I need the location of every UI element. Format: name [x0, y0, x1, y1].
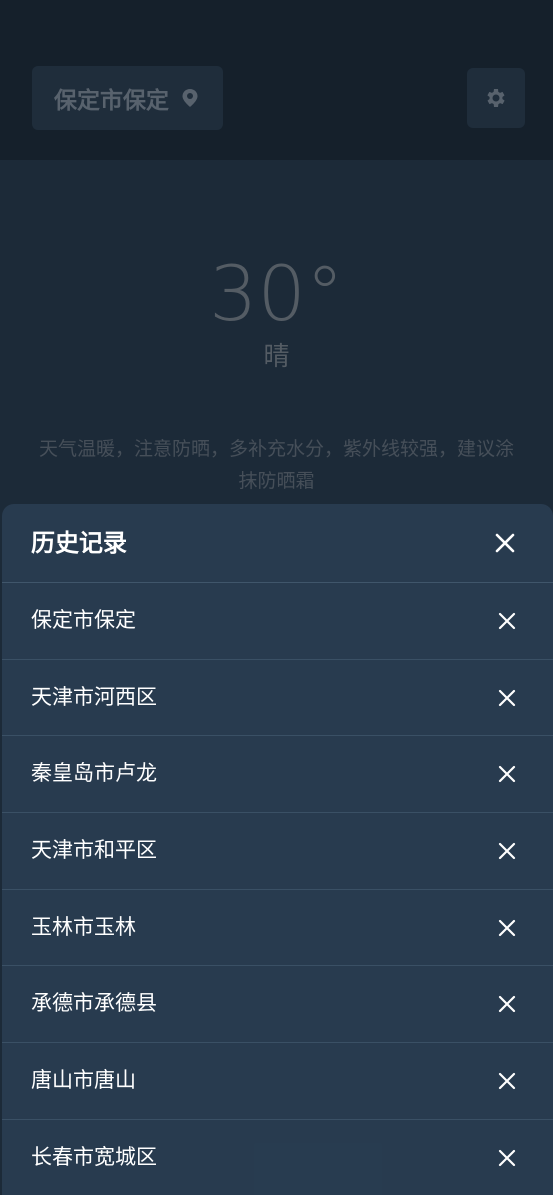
- current-condition: 晴: [263, 342, 290, 372]
- history-item[interactable]: 秦皇岛市卢龙: [2, 736, 553, 814]
- history-item[interactable]: 长春市宽城区: [2, 1120, 553, 1195]
- location-button[interactable]: 保定市保定: [32, 66, 223, 130]
- history-item[interactable]: 玉林市玉林: [2, 890, 553, 967]
- gear-icon: [484, 86, 508, 110]
- close-icon: [498, 766, 516, 783]
- history-item-label: 天津市河西区: [31, 684, 157, 709]
- weather-app: 保定市保定 30° 晴 天气温暖，注意防晒，多补充水分，紫外线较强，建议涂抹防晒…: [0, 0, 553, 1195]
- remove-history-button[interactable]: [497, 1071, 517, 1091]
- remove-history-button[interactable]: [497, 611, 517, 631]
- close-icon: [498, 842, 516, 860]
- close-icon: [498, 996, 516, 1013]
- map-pin-icon: [181, 88, 199, 108]
- close-icon: [498, 919, 516, 936]
- settings-button[interactable]: [467, 68, 525, 128]
- history-item[interactable]: 天津市河西区: [2, 660, 553, 737]
- close-icon: [498, 1149, 516, 1166]
- close-icon: [498, 612, 516, 630]
- remove-history-button[interactable]: [497, 841, 517, 861]
- history-item[interactable]: 保定市保定: [2, 583, 553, 660]
- history-item-label: 长春市宽城区: [31, 1144, 157, 1169]
- remove-history-button[interactable]: [497, 918, 517, 938]
- history-item-label: 唐山市唐山: [31, 1068, 136, 1093]
- history-title: 历史记录: [31, 529, 127, 557]
- close-history-button[interactable]: [493, 531, 517, 555]
- history-list: 保定市保定 天津市河西区 秦皇岛市卢龙 天津市和平区 玉林市玉林 承德市承德县 …: [2, 583, 553, 1195]
- history-item-label: 玉林市玉林: [31, 914, 136, 939]
- history-item-label: 秦皇岛市卢龙: [31, 761, 157, 786]
- history-item-label: 承德市承德县: [31, 991, 157, 1016]
- history-item[interactable]: 天津市和平区: [2, 813, 553, 890]
- history-item-label: 天津市和平区: [31, 838, 157, 863]
- close-icon: [493, 531, 517, 555]
- history-item-label: 保定市保定: [31, 608, 136, 632]
- weather-advice: 天气温暖，注意防晒，多补充水分，紫外线较强，建议涂抹防晒霜: [38, 438, 514, 492]
- close-icon: [498, 689, 516, 706]
- current-weather: 30° 晴 天气温暖，注意防晒，多补充水分，紫外线较强，建议涂抹防晒霜: [0, 160, 553, 560]
- current-temperature: 30°: [209, 249, 344, 338]
- top-bar: 保定市保定: [0, 0, 553, 160]
- history-item[interactable]: 承德市承德县: [2, 966, 553, 1044]
- history-header: 历史记录: [2, 504, 553, 583]
- history-sheet: 历史记录 保定市保定 天津市河西区 秦皇岛市卢龙 天津市和平区 玉林市玉林 承德…: [2, 504, 553, 1195]
- remove-history-button[interactable]: [497, 994, 517, 1014]
- remove-history-button[interactable]: [497, 764, 517, 784]
- remove-history-button[interactable]: [497, 688, 517, 708]
- close-icon: [498, 1073, 516, 1090]
- location-label: 保定市保定: [54, 88, 169, 114]
- history-item[interactable]: 唐山市唐山: [2, 1043, 553, 1120]
- remove-history-button[interactable]: [497, 1148, 517, 1168]
